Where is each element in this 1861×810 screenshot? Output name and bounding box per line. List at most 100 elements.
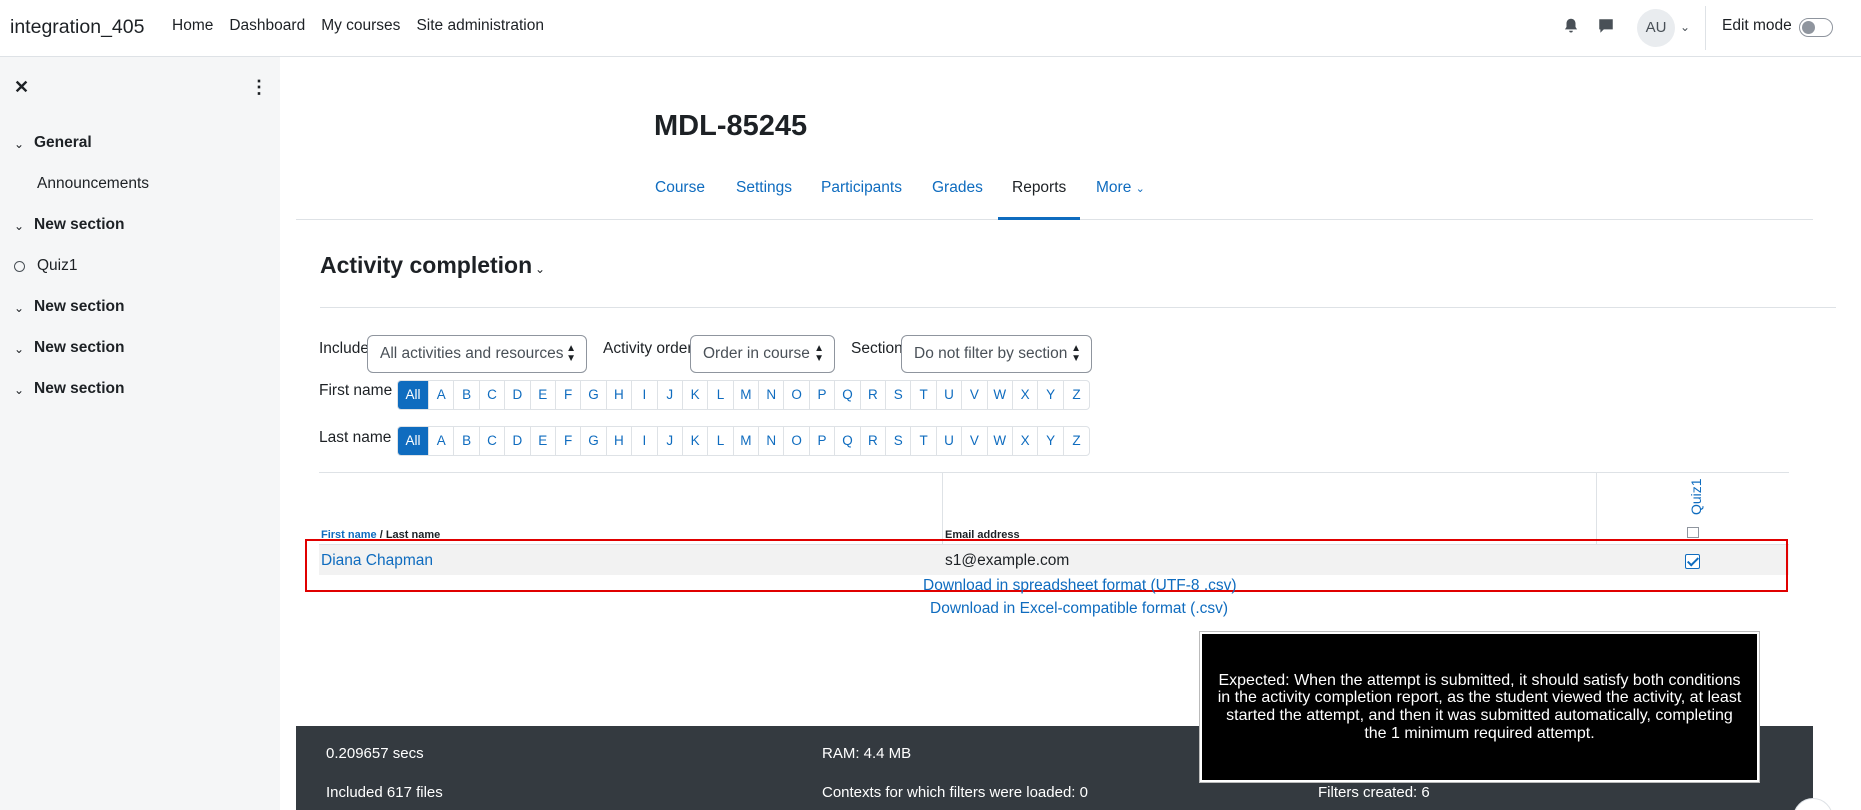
last-name-initial-z[interactable]: Z [1064,427,1089,455]
first-name-initial-g[interactable]: G [581,381,607,409]
last-name-initial-h[interactable]: H [607,427,633,455]
last-name-initial-d[interactable]: D [505,427,531,455]
messages-icon[interactable] [1597,17,1615,35]
tab-grades[interactable]: Grades [918,179,997,220]
last-name-initial-a[interactable]: A [429,427,455,455]
bell-icon[interactable] [1562,17,1580,35]
last-name-initial-n[interactable]: N [759,427,785,455]
first-name-initial-p[interactable]: P [810,381,836,409]
include-select[interactable]: All activities and resources ▲ ▼ [367,335,587,373]
last-name-initial-l[interactable]: L [708,427,734,455]
last-name-initial-q[interactable]: Q [835,427,861,455]
tab-reports[interactable]: Reports [998,179,1081,220]
first-name-initial-v[interactable]: V [962,381,988,409]
course-index-item[interactable]: ⌄ New section [0,216,280,257]
course-index-item[interactable]: Announcements [0,175,280,216]
activity-order-select[interactable]: Order in course ▲ ▼ [690,335,835,373]
last-name-initial-r[interactable]: R [861,427,887,455]
first-name-initial-o[interactable]: O [784,381,810,409]
last-name-initial-o[interactable]: O [784,427,810,455]
include-label: Include [319,340,369,357]
first-name-initial-m[interactable]: M [734,381,760,409]
last-name-initial-c[interactable]: C [480,427,506,455]
activity-quiz1-link[interactable]: Quiz1 [1688,478,1704,515]
last-name-initial-e[interactable]: E [531,427,556,455]
nav-home[interactable]: Home [172,17,213,35]
last-name-initial-g[interactable]: G [581,427,607,455]
drawer-menu-kebab-icon[interactable]: ⋮ [250,77,268,98]
last-name-initial-y[interactable]: Y [1038,427,1064,455]
last-name-initial-t[interactable]: T [911,427,937,455]
last-name-initial-k[interactable]: K [683,427,709,455]
last-name-initial-p[interactable]: P [810,427,836,455]
last-name-initial-u[interactable]: U [937,427,963,455]
first-name-initial-d[interactable]: D [505,381,531,409]
last-name-initial-j[interactable]: J [658,427,683,455]
first-name-initial-t[interactable]: T [911,381,937,409]
first-name-initial-x[interactable]: X [1013,381,1039,409]
last-name-initial-m[interactable]: M [734,427,760,455]
download-csv-excel-link[interactable]: Download in Excel-compatible format (.cs… [930,600,1228,618]
first-name-initial-s[interactable]: S [886,381,912,409]
close-drawer-icon[interactable]: ✕ [14,77,29,98]
first-name-initial-w[interactable]: W [988,381,1013,409]
last-name-initial-i[interactable]: I [632,427,658,455]
course-index-item[interactable]: ⌄ New section [0,298,280,339]
user-avatar[interactable]: AU [1637,9,1675,47]
first-name-initial-u[interactable]: U [937,381,963,409]
nav-site-administration[interactable]: Site administration [416,17,544,35]
first-name-initial-j[interactable]: J [658,381,683,409]
chevron-down-icon[interactable]: ⌄ [14,342,24,356]
report-heading[interactable]: Activity completion [320,252,532,279]
last-name-initial-s[interactable]: S [886,427,912,455]
first-name-initial-e[interactable]: E [531,381,556,409]
last-name-initial-w[interactable]: W [988,427,1013,455]
first-name-initial-i[interactable]: I [632,381,658,409]
last-name-initial-x[interactable]: X [1013,427,1039,455]
activity-order-label: Activity order [603,340,693,357]
report-selector-chevron-down-icon[interactable]: ⌄ [535,262,545,276]
first-name-initial-l[interactable]: L [708,381,734,409]
course-index-item[interactable]: ⌄ New section [0,380,280,421]
include-select-value: All activities and resources [380,345,564,362]
first-name-initial-all[interactable]: All [398,381,429,409]
tab-settings[interactable]: Settings [722,179,806,220]
first-name-initial-a[interactable]: A [429,381,455,409]
nav-dashboard[interactable]: Dashboard [229,17,305,35]
first-name-initial-k[interactable]: K [683,381,709,409]
chevron-down-icon[interactable]: ⌄ [14,383,24,397]
last-name-initial-all[interactable]: All [398,427,429,455]
download-csv-utf8-link[interactable]: Download in spreadsheet format (UTF-8 .c… [923,577,1237,595]
section-select[interactable]: Do not filter by section ▲ ▼ [901,335,1092,373]
course-index-item[interactable]: ⌄ General [0,134,280,175]
chevron-down-icon[interactable]: ⌄ [14,301,24,315]
tab-more-label: More [1096,179,1132,196]
activity-order-select-value: Order in course [703,345,810,362]
tab-participants[interactable]: Participants [807,179,916,220]
tab-more[interactable]: More ⌄ [1082,179,1159,220]
first-name-initial-h[interactable]: H [607,381,633,409]
site-brand[interactable]: integration_405 [10,16,144,39]
chevron-down-icon[interactable]: ⌄ [14,219,24,233]
footer-time: 0.209657 secs [326,745,424,762]
first-name-initial-f[interactable]: F [556,381,582,409]
edit-mode-toggle[interactable] [1799,18,1833,37]
first-name-initial-y[interactable]: Y [1038,381,1064,409]
first-name-initial-n[interactable]: N [759,381,785,409]
last-name-initial-v[interactable]: V [962,427,988,455]
first-name-initial-q[interactable]: Q [835,381,861,409]
first-name-initial-z[interactable]: Z [1064,381,1089,409]
first-name-initial-c[interactable]: C [480,381,506,409]
last-name-initial-f[interactable]: F [556,427,582,455]
course-index-item[interactable]: Quiz1 [0,257,280,298]
chevron-down-icon[interactable]: ⌄ [14,137,24,151]
first-name-initial-b[interactable]: B [454,381,480,409]
last-name-initial-b[interactable]: B [454,427,480,455]
course-index-item[interactable]: ⌄ New section [0,339,280,380]
user-menu-chevron-down-icon[interactable]: ⌄ [1680,20,1690,34]
last-name-initials-bar: All A B C D E F G H I J K L M N O P Q R S T U V W X Y Z [397,426,1091,456]
tab-course[interactable]: Course [641,179,719,220]
nav-my-courses[interactable]: My courses [321,17,400,35]
section-label: New section [34,380,125,397]
first-name-initial-r[interactable]: R [861,381,887,409]
